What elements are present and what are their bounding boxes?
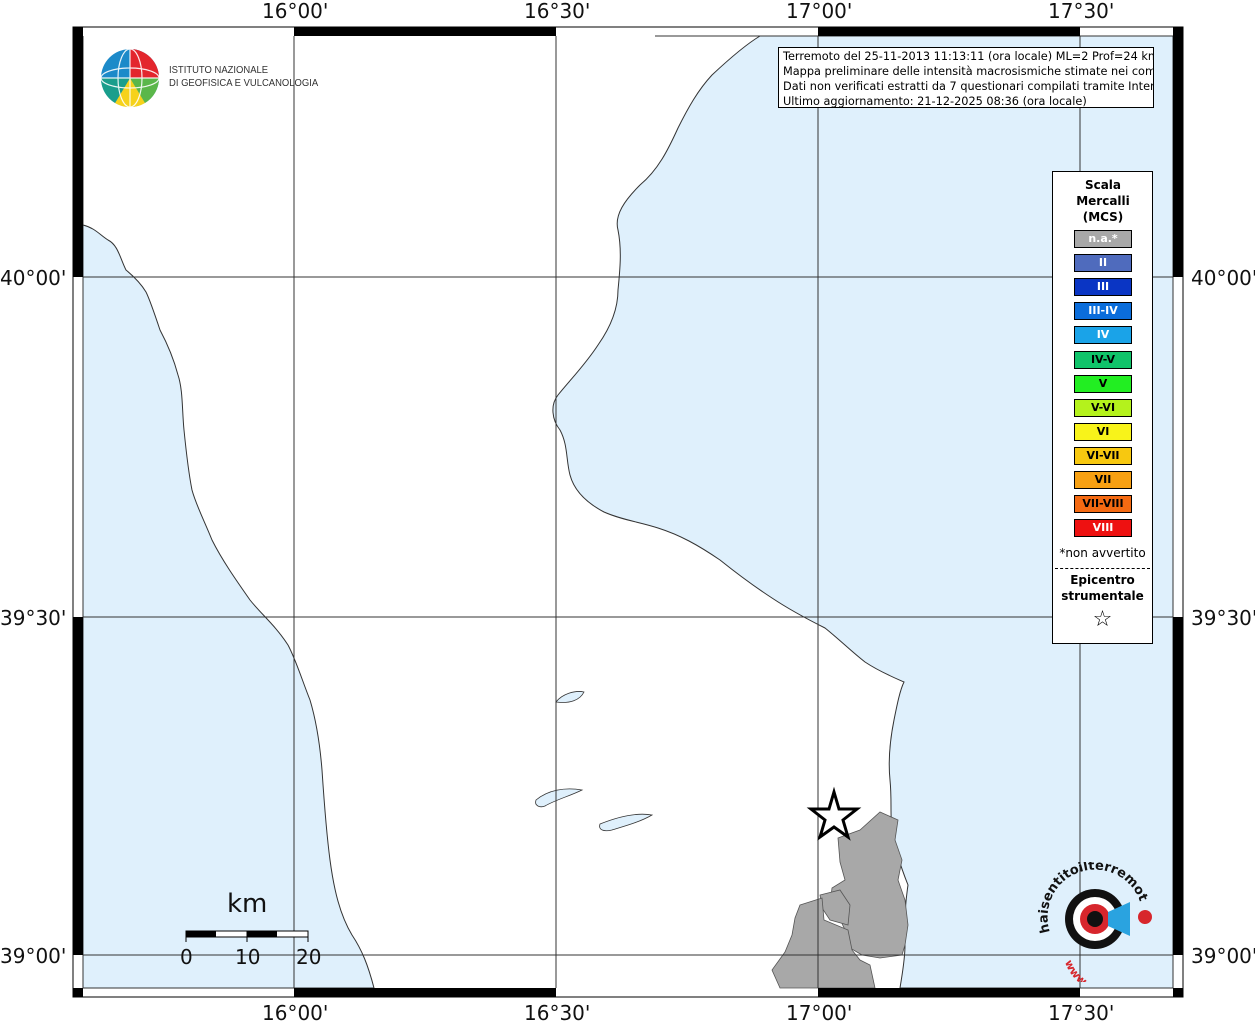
legend-title: Scala Mercalli (MCS)	[1076, 178, 1130, 224]
lat-label-right: 39°30'	[1191, 606, 1255, 630]
lon-label-top: 16°00'	[262, 0, 329, 23]
scale-tick: 0	[180, 945, 193, 969]
event-info-box: Terremoto del 25-11-2013 11:13:11 (ora l…	[778, 47, 1154, 108]
institute-line1: ISTITUTO NAZIONALE	[169, 64, 269, 76]
lon-label-bottom: 16°30'	[524, 1001, 591, 1025]
event-info-line: Terremoto del 25-11-2013 11:13:11 (ora l…	[783, 50, 1154, 63]
haisentito-logo-icon: haisentitoilterremoto.it www.	[1030, 862, 1152, 982]
lon-label-top: 17°30'	[1048, 0, 1115, 23]
lon-label-bottom: 17°00'	[786, 1001, 853, 1025]
legend-note: *non avvertito	[1059, 546, 1146, 560]
legend-swatch: II	[1074, 254, 1132, 273]
ingv-logo-icon	[100, 48, 160, 108]
scale-tick: 20	[296, 945, 322, 969]
lat-label-left: 39°30'	[0, 606, 67, 630]
legend-swatch: V	[1074, 374, 1132, 393]
lat-label-right: 40°00'	[1191, 266, 1255, 290]
legend-swatch: VIII	[1074, 519, 1132, 538]
event-info-line: Dati non verificati estratti da 7 questi…	[783, 80, 1154, 93]
haisentito-prefix: www.	[1062, 958, 1091, 982]
svg-text:www.: www.	[1062, 958, 1091, 982]
institute-name: ISTITUTO NAZIONALE DI GEOFISICA E VULCAN…	[169, 64, 318, 90]
legend-swatch: III	[1074, 278, 1132, 297]
institute-line2: DI GEOFISICA E VULCANOLOGIA	[169, 77, 319, 89]
legend-swatch: VII	[1074, 471, 1132, 489]
lat-label-left: 40°00'	[0, 266, 67, 290]
epicenter-legend-star-icon: ☆	[1092, 607, 1113, 632]
lon-label-bottom: 16°00'	[262, 1001, 329, 1025]
legend-swatch: V-VI	[1074, 398, 1132, 417]
event-info-line: Ultimo aggiornamento: 21-12-2025 08:36 (…	[783, 95, 1087, 108]
lon-label-top: 16°30'	[524, 0, 591, 23]
lat-label-right: 39°00'	[1191, 944, 1255, 968]
lat-label-left: 39°00'	[0, 944, 67, 968]
event-info-line: Mappa preliminare delle intensità macros…	[783, 65, 1154, 78]
legend-swatch: VI	[1074, 422, 1132, 441]
lon-label-top: 17°00'	[786, 0, 853, 23]
epicenter-legend-label: Epicentro strumentale	[1061, 573, 1144, 603]
legend-swatch: n.a.*	[1074, 230, 1132, 248]
scale-tick: 10	[235, 945, 261, 969]
legend-swatch: IV-V	[1074, 350, 1132, 369]
legend-swatch: VI-VII	[1074, 446, 1132, 465]
legend-swatch: IV	[1074, 326, 1132, 345]
mcs-legend: Scala Mercalli (MCS) n.a.* II III III-IV IV I…	[1052, 171, 1153, 644]
legend-swatch: VII-VIII	[1074, 495, 1132, 514]
map-area	[82, 35, 1174, 989]
lon-label-bottom: 17°30'	[1048, 1001, 1115, 1025]
scale-unit: km	[227, 889, 268, 919]
legend-separator	[1055, 568, 1150, 569]
legend-swatch: III-IV	[1074, 302, 1132, 321]
